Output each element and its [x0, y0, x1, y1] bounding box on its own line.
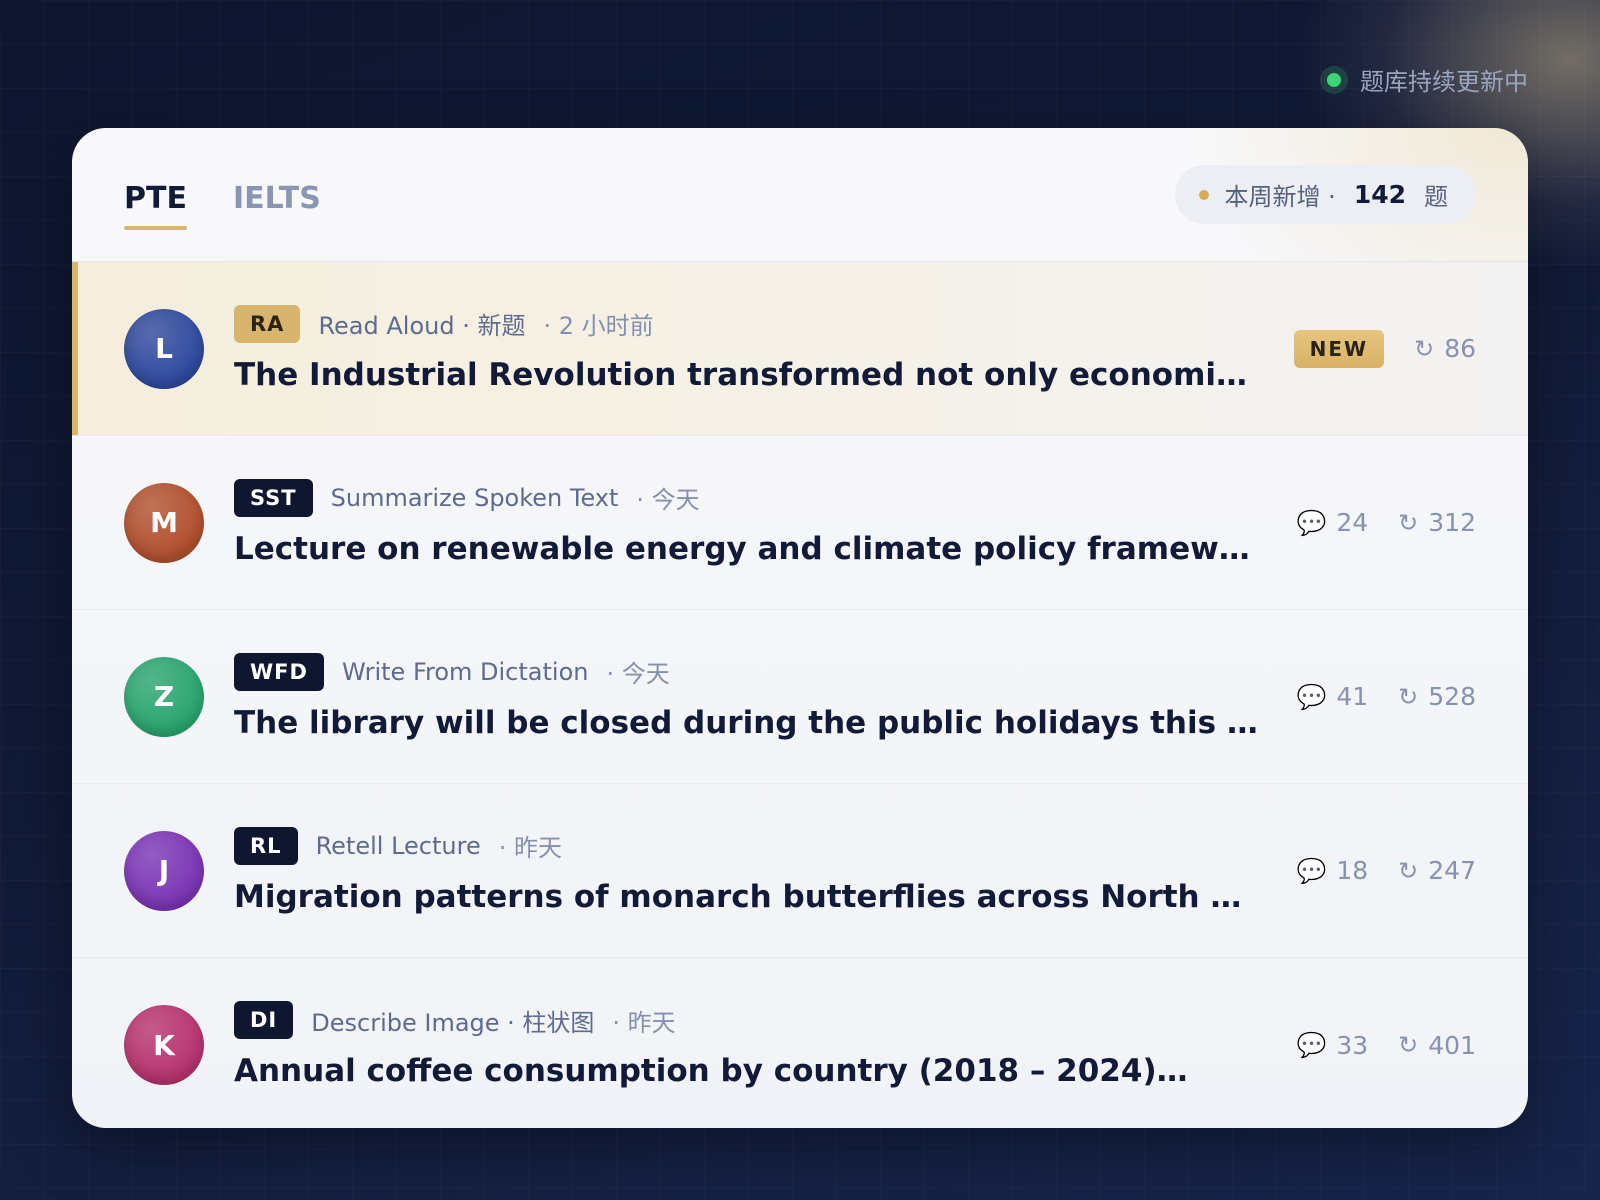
item-meta: RA Read Aloud · 新题 · 2 小时前 — [234, 304, 1264, 343]
refresh-icon: ↻ — [1398, 682, 1419, 711]
practice-count-value: 86 — [1444, 334, 1476, 363]
comment-count-value: 18 — [1336, 856, 1369, 885]
comment-count[interactable]: 💬 24 — [1296, 508, 1368, 537]
question-type-badge: RA — [234, 304, 301, 343]
question-type-badge: SST — [234, 478, 313, 517]
item-body: RA Read Aloud · 新题 · 2 小时前 The Industria… — [234, 304, 1264, 393]
item-meta: WFD Write From Dictation · 今天 — [234, 652, 1266, 691]
comment-count-value: 33 — [1336, 1030, 1369, 1060]
practice-count: ↻ 247 — [1398, 856, 1476, 885]
refresh-icon: ↻ — [1398, 508, 1419, 537]
question-type-label: Read Aloud · 新题 — [318, 312, 526, 340]
comment-icon: 💬 — [1296, 682, 1327, 711]
practice-count: ↻ 401 — [1398, 1031, 1476, 1060]
question-title[interactable]: The Industrial Revolution transformed no… — [234, 357, 1264, 393]
practice-count: ↻ 528 — [1398, 682, 1476, 711]
tab-pte[interactable]: PTE — [124, 173, 187, 230]
timestamp: · 今天 — [636, 486, 700, 514]
tab-ielts[interactable]: IELTS — [233, 173, 321, 216]
weekly-dot-icon — [1198, 189, 1209, 200]
avatar: M — [124, 482, 204, 563]
practice-count: ↻ 86 — [1414, 334, 1476, 363]
weekly-new-badge: 本周新增 · 142 题 — [1174, 165, 1476, 224]
item-stats: 💬 33 ↻ 401 — [1296, 1031, 1476, 1060]
comment-count[interactable]: 💬 18 — [1296, 856, 1368, 885]
status-online-icon — [1320, 65, 1348, 94]
practice-count-value: 528 — [1428, 682, 1476, 711]
list-item[interactable]: M SST Summarize Spoken Text · 今天 Lecture… — [72, 436, 1528, 610]
avatar: Z — [124, 656, 204, 737]
question-title[interactable]: Annual coffee consumption by country (20… — [234, 1053, 1264, 1089]
comment-count[interactable]: 💬 41 — [1296, 682, 1368, 711]
timestamp: · 今天 — [606, 660, 670, 688]
timestamp: · 昨天 — [498, 834, 562, 862]
refresh-icon: ↻ — [1398, 856, 1419, 885]
practice-count-value: 401 — [1428, 1030, 1476, 1060]
update-status-label: 题库持续更新中 — [1360, 68, 1528, 96]
weekly-suffix: 题 — [1424, 183, 1448, 211]
item-stats: 💬 18 ↻ 247 — [1296, 856, 1476, 885]
comment-icon: 💬 — [1296, 856, 1327, 885]
question-feed-card: PTE IELTS 本周新增 · 142 题 L RA Read Aloud ·… — [72, 128, 1528, 1128]
item-body: DI Describe Image · 柱状图 · 昨天 Annual coff… — [234, 1001, 1266, 1089]
comment-count[interactable]: 💬 33 — [1296, 1031, 1368, 1060]
question-type-badge: WFD — [234, 652, 324, 691]
item-body: SST Summarize Spoken Text · 今天 Lecture o… — [234, 478, 1266, 567]
list-item[interactable]: K DI Describe Image · 柱状图 · 昨天 Annual co… — [72, 958, 1528, 1128]
question-title[interactable]: The library will be closed during the pu… — [234, 705, 1264, 741]
update-status: 题库持续更新中 — [1320, 62, 1528, 97]
comment-count-value: 41 — [1336, 682, 1369, 711]
new-tag: NEW — [1293, 329, 1385, 368]
practice-count-value: 312 — [1428, 508, 1476, 537]
item-meta: SST Summarize Spoken Text · 今天 — [234, 478, 1266, 517]
item-stats: NEW ↻ 86 — [1293, 329, 1476, 368]
refresh-icon: ↻ — [1398, 1031, 1419, 1059]
list-item[interactable]: L RA Read Aloud · 新题 · 2 小时前 The Industr… — [72, 262, 1528, 436]
question-list: L RA Read Aloud · 新题 · 2 小时前 The Industr… — [72, 262, 1528, 1128]
app-frame: 题库持续更新中 PTE IELTS 本周新增 · 142 题 L RA Read… — [0, 0, 1600, 1200]
item-stats: 💬 24 ↻ 312 — [1296, 508, 1476, 537]
item-stats: 💬 41 ↻ 528 — [1296, 682, 1476, 711]
item-body: WFD Write From Dictation · 今天 The librar… — [234, 652, 1266, 741]
feed-header: PTE IELTS 本周新增 · 142 题 — [72, 128, 1528, 262]
weekly-count: 142 — [1353, 180, 1406, 209]
comment-icon: 💬 — [1296, 508, 1327, 537]
question-type-label: Write From Dictation — [341, 657, 589, 686]
question-type-label: Describe Image · 柱状图 — [311, 1008, 595, 1037]
item-body: RL Retell Lecture · 昨天 Migration pattern… — [234, 826, 1266, 915]
exam-tabs: PTE IELTS — [124, 128, 321, 261]
list-item[interactable]: J RL Retell Lecture · 昨天 Migration patte… — [72, 784, 1528, 958]
practice-count-value: 247 — [1428, 856, 1476, 885]
weekly-prefix: 本周新增 · — [1224, 183, 1336, 211]
timestamp: · 昨天 — [612, 1008, 676, 1037]
item-meta: RL Retell Lecture · 昨天 — [234, 826, 1266, 865]
avatar: L — [124, 308, 204, 389]
question-title[interactable]: Migration patterns of monarch butterflie… — [234, 879, 1264, 915]
refresh-icon: ↻ — [1414, 334, 1435, 363]
comment-count-value: 24 — [1336, 508, 1369, 537]
avatar: J — [124, 830, 204, 911]
list-item[interactable]: Z WFD Write From Dictation · 今天 The libr… — [72, 610, 1528, 784]
question-type-label: Summarize Spoken Text — [330, 483, 619, 512]
question-type-badge: DI — [234, 1001, 294, 1039]
question-type-label: Retell Lecture — [315, 831, 481, 860]
comment-icon: 💬 — [1296, 1031, 1327, 1059]
practice-count: ↻ 312 — [1398, 508, 1476, 537]
timestamp: · 2 小时前 — [543, 312, 654, 340]
question-type-badge: RL — [234, 826, 298, 865]
item-meta: DI Describe Image · 柱状图 · 昨天 — [234, 1001, 1266, 1039]
question-title[interactable]: Lecture on renewable energy and climate … — [234, 531, 1264, 567]
avatar: K — [124, 1005, 204, 1085]
